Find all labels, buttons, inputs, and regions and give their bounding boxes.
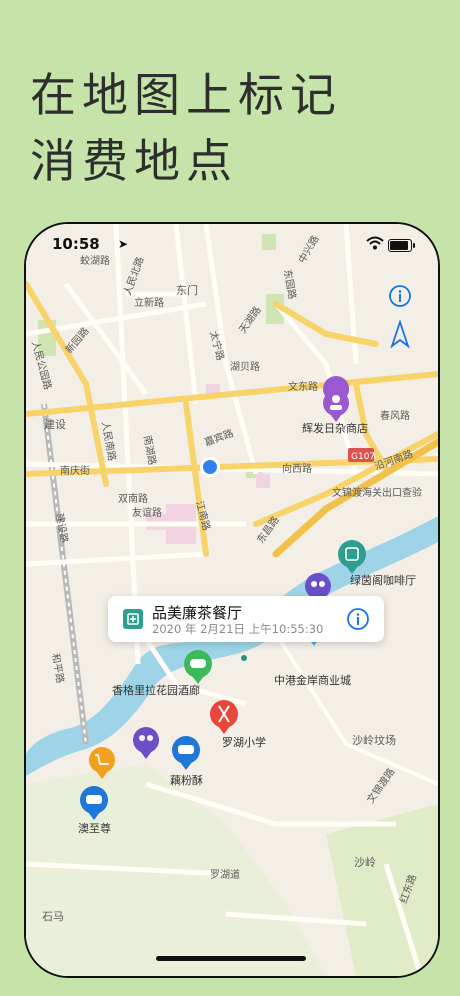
road-label: 文东路 [288,380,318,393]
battery-icon [388,239,415,252]
road-label: 春风路 [380,409,410,422]
car-icon [86,795,102,804]
road-label: 东门 [176,283,198,297]
road-label: 建设 [44,417,66,431]
gamepad-icon [190,659,206,668]
status-time: 10:58 [52,235,100,253]
people-icon [139,735,145,741]
svg-text:G107: G107 [351,452,375,462]
road-label: 友谊路 [132,506,162,519]
poi-label: 罗湖小学 [222,735,266,749]
road-label: 向西路 [282,462,312,475]
map-info-button[interactable] [388,284,412,308]
poi-callout[interactable]: 品美廉茶餐厅 2020 年 2月21日 上午10:55:30 [108,596,384,642]
people-icon [311,581,317,587]
road-label: 立新路 [134,296,164,309]
headline-line-2: 消费地点 [30,134,238,188]
road-label: 沙岭 [354,855,376,869]
poi-label: 绿茵阁咖啡厅 [350,573,416,587]
headline-line-1: 在地图上标记 [30,68,342,122]
road-label: 文锦渡海关出口查验 [332,486,422,499]
road-label: 南庆街 [60,464,90,477]
poi-label: 澳至尊 [78,821,111,835]
user-location-dot [200,457,220,477]
poi-label: 辉发日杂商店 [302,421,368,435]
status-bar: 10:58 ➤ [26,224,438,264]
location-arrow-icon: ➤ [118,237,129,251]
poi-label: 香格里拉花园酒廊 [112,683,200,697]
car-icon [178,745,194,754]
callout-title: 品美廉茶餐厅 [152,604,243,622]
poi-label: 中港金岸商业城 [274,673,351,687]
road-label: 罗湖道 [210,868,240,881]
compass-arrow-icon[interactable] [388,320,412,350]
poi-label: 藕粉酥 [170,774,203,787]
road-label: 沙岭坟场 [352,733,396,747]
phone-frame: 蛟湖路 人民北路 嘉宾路 东门 立新路 新园路 人民公园路 东园路 湖贝路 太宁… [24,222,440,978]
home-indicator[interactable] [156,956,306,961]
person-icon [332,395,340,403]
callout-subtitle: 2020 年 2月21日 上午10:55:30 [152,622,324,636]
info-icon[interactable] [346,607,370,631]
wifi-icon [366,236,384,250]
highway-shield: G107 [348,448,375,462]
tea-icon [123,609,143,629]
road-label: 湖贝路 [230,360,260,373]
headline: 在地图上标记 消费地点 [30,62,342,194]
road-label: 双南路 [118,492,148,505]
road-label: 石马 [42,910,64,923]
